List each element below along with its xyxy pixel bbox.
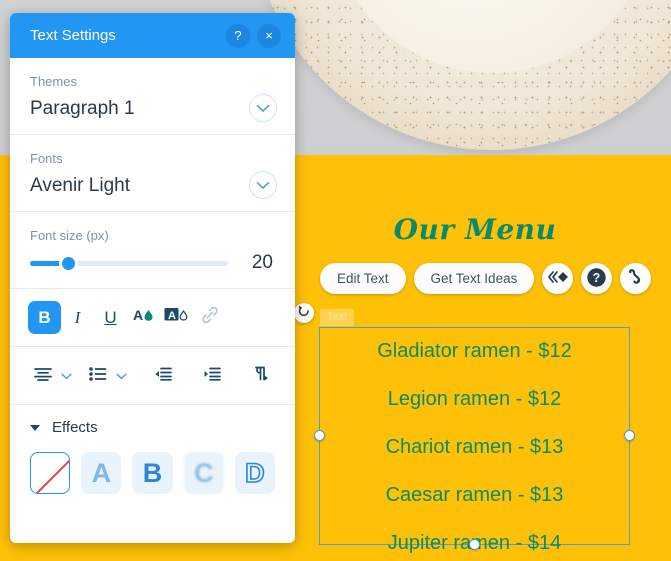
edit-text-button[interactable]: Edit Text: [320, 263, 406, 294]
italic-button[interactable]: I: [61, 301, 94, 334]
themes-section: Themes Paragraph 1: [10, 58, 295, 135]
animation-button[interactable]: [542, 263, 574, 294]
character-format-row: B I U A A: [10, 289, 295, 347]
caret-down-icon: [30, 424, 40, 431]
list-button[interactable]: [83, 359, 114, 392]
panel-title: Text Settings: [30, 27, 116, 44]
panel-header: Text Settings ? ×: [10, 13, 295, 58]
slider-track-fill: [30, 261, 64, 266]
text-color-icon: A: [132, 305, 156, 330]
list-dropdown[interactable]: [114, 368, 129, 383]
page-title: Our Menu: [393, 213, 557, 246]
highlight-color-button[interactable]: A: [160, 301, 193, 334]
menu-text-block[interactable]: Gladiator ramen - $12 Legion ramen - $12…: [319, 327, 630, 554]
effects-section: Effects A B C D: [10, 405, 295, 494]
highlight-color-icon: A: [164, 305, 190, 330]
indent-icon: [203, 366, 222, 386]
align-dropdown[interactable]: [59, 368, 74, 383]
resize-handle-right[interactable]: [624, 430, 635, 441]
effect-d[interactable]: D: [234, 452, 276, 494]
effects-swatch-list: A B C D: [30, 452, 276, 494]
resize-handle-bottom[interactable]: [469, 539, 480, 550]
outdent-icon: [154, 366, 172, 386]
chevron-down-icon: [256, 101, 270, 116]
menu-line: Gladiator ramen - $12: [377, 340, 572, 362]
text-settings-panel: Text Settings ? × Themes Paragraph 1 Fon…: [10, 13, 295, 543]
italic-icon: I: [74, 307, 81, 327]
effect-a[interactable]: A: [81, 452, 122, 494]
effect-b[interactable]: B: [132, 452, 173, 494]
chevron-down-icon: [61, 368, 72, 383]
ramen-bowl-image: [252, 0, 671, 150]
underline-button[interactable]: U: [94, 301, 127, 334]
help-button[interactable]: ?: [581, 263, 613, 294]
fonts-dropdown-button[interactable]: [249, 171, 277, 199]
font-size-section: Font size (px) 20: [10, 212, 295, 289]
font-size-slider[interactable]: [30, 255, 229, 271]
paragraph-format-row: [10, 347, 295, 405]
object-type-badge: Text: [320, 309, 355, 326]
themes-label: Themes: [30, 74, 77, 89]
svg-text:A: A: [168, 310, 176, 322]
themes-value: Paragraph 1: [30, 98, 135, 119]
app-canvas: Our Menu Edit Text Get Text Ideas ? Text…: [0, 0, 671, 561]
text-direction-rtl-icon: [253, 366, 271, 386]
font-size-label: Font size (px): [30, 228, 109, 243]
rotate-counterclockwise-icon: [297, 304, 311, 323]
text-direction-button[interactable]: [246, 359, 277, 392]
bulleted-list-icon: [89, 366, 107, 386]
menu-line: Caesar ramen - $13: [385, 484, 564, 506]
resize-handle-left[interactable]: [314, 430, 325, 441]
indent-button[interactable]: [197, 359, 228, 392]
bold-icon: B: [38, 307, 51, 327]
menu-line: Legion ramen - $12: [387, 388, 562, 410]
slider-thumb[interactable]: [62, 257, 75, 270]
underline-icon: U: [104, 307, 117, 327]
link-button[interactable]: [193, 301, 226, 334]
fonts-section: Fonts Avenir Light: [10, 135, 295, 212]
fonts-value: Avenir Light: [30, 175, 130, 196]
help-icon: ?: [586, 267, 607, 291]
rotate-handle[interactable]: [294, 303, 314, 323]
fonts-label: Fonts: [30, 151, 63, 166]
animation-icon: [547, 269, 568, 288]
align-center-icon: [34, 366, 53, 386]
chevron-down-icon: [116, 368, 127, 383]
swap-button[interactable]: [620, 263, 652, 294]
svg-text:A: A: [133, 307, 143, 323]
effect-none[interactable]: [30, 452, 71, 494]
panel-help-button[interactable]: ?: [226, 23, 250, 48]
swap-icon: [626, 268, 646, 289]
bold-button[interactable]: B: [28, 301, 61, 334]
get-text-ideas-button[interactable]: Get Text Ideas: [413, 263, 535, 294]
menu-line: Chariot ramen - $13: [385, 436, 564, 458]
effect-c[interactable]: C: [183, 452, 224, 494]
align-button[interactable]: [28, 359, 59, 392]
panel-close-button[interactable]: ×: [257, 23, 281, 48]
link-icon: [200, 305, 220, 330]
outdent-button[interactable]: [147, 359, 178, 392]
font-size-value: 20: [251, 252, 273, 273]
object-toolbar: Edit Text Get Text Ideas ?: [320, 263, 652, 294]
no-effect-icon: [34, 453, 70, 493]
text-color-button[interactable]: A: [127, 301, 160, 334]
themes-dropdown-button[interactable]: [249, 94, 277, 122]
font-size-control: 20: [30, 252, 275, 274]
effects-title: Effects: [52, 419, 98, 436]
effects-header[interactable]: Effects: [30, 419, 275, 436]
chevron-down-icon: [256, 178, 270, 193]
svg-text:?: ?: [593, 271, 601, 285]
